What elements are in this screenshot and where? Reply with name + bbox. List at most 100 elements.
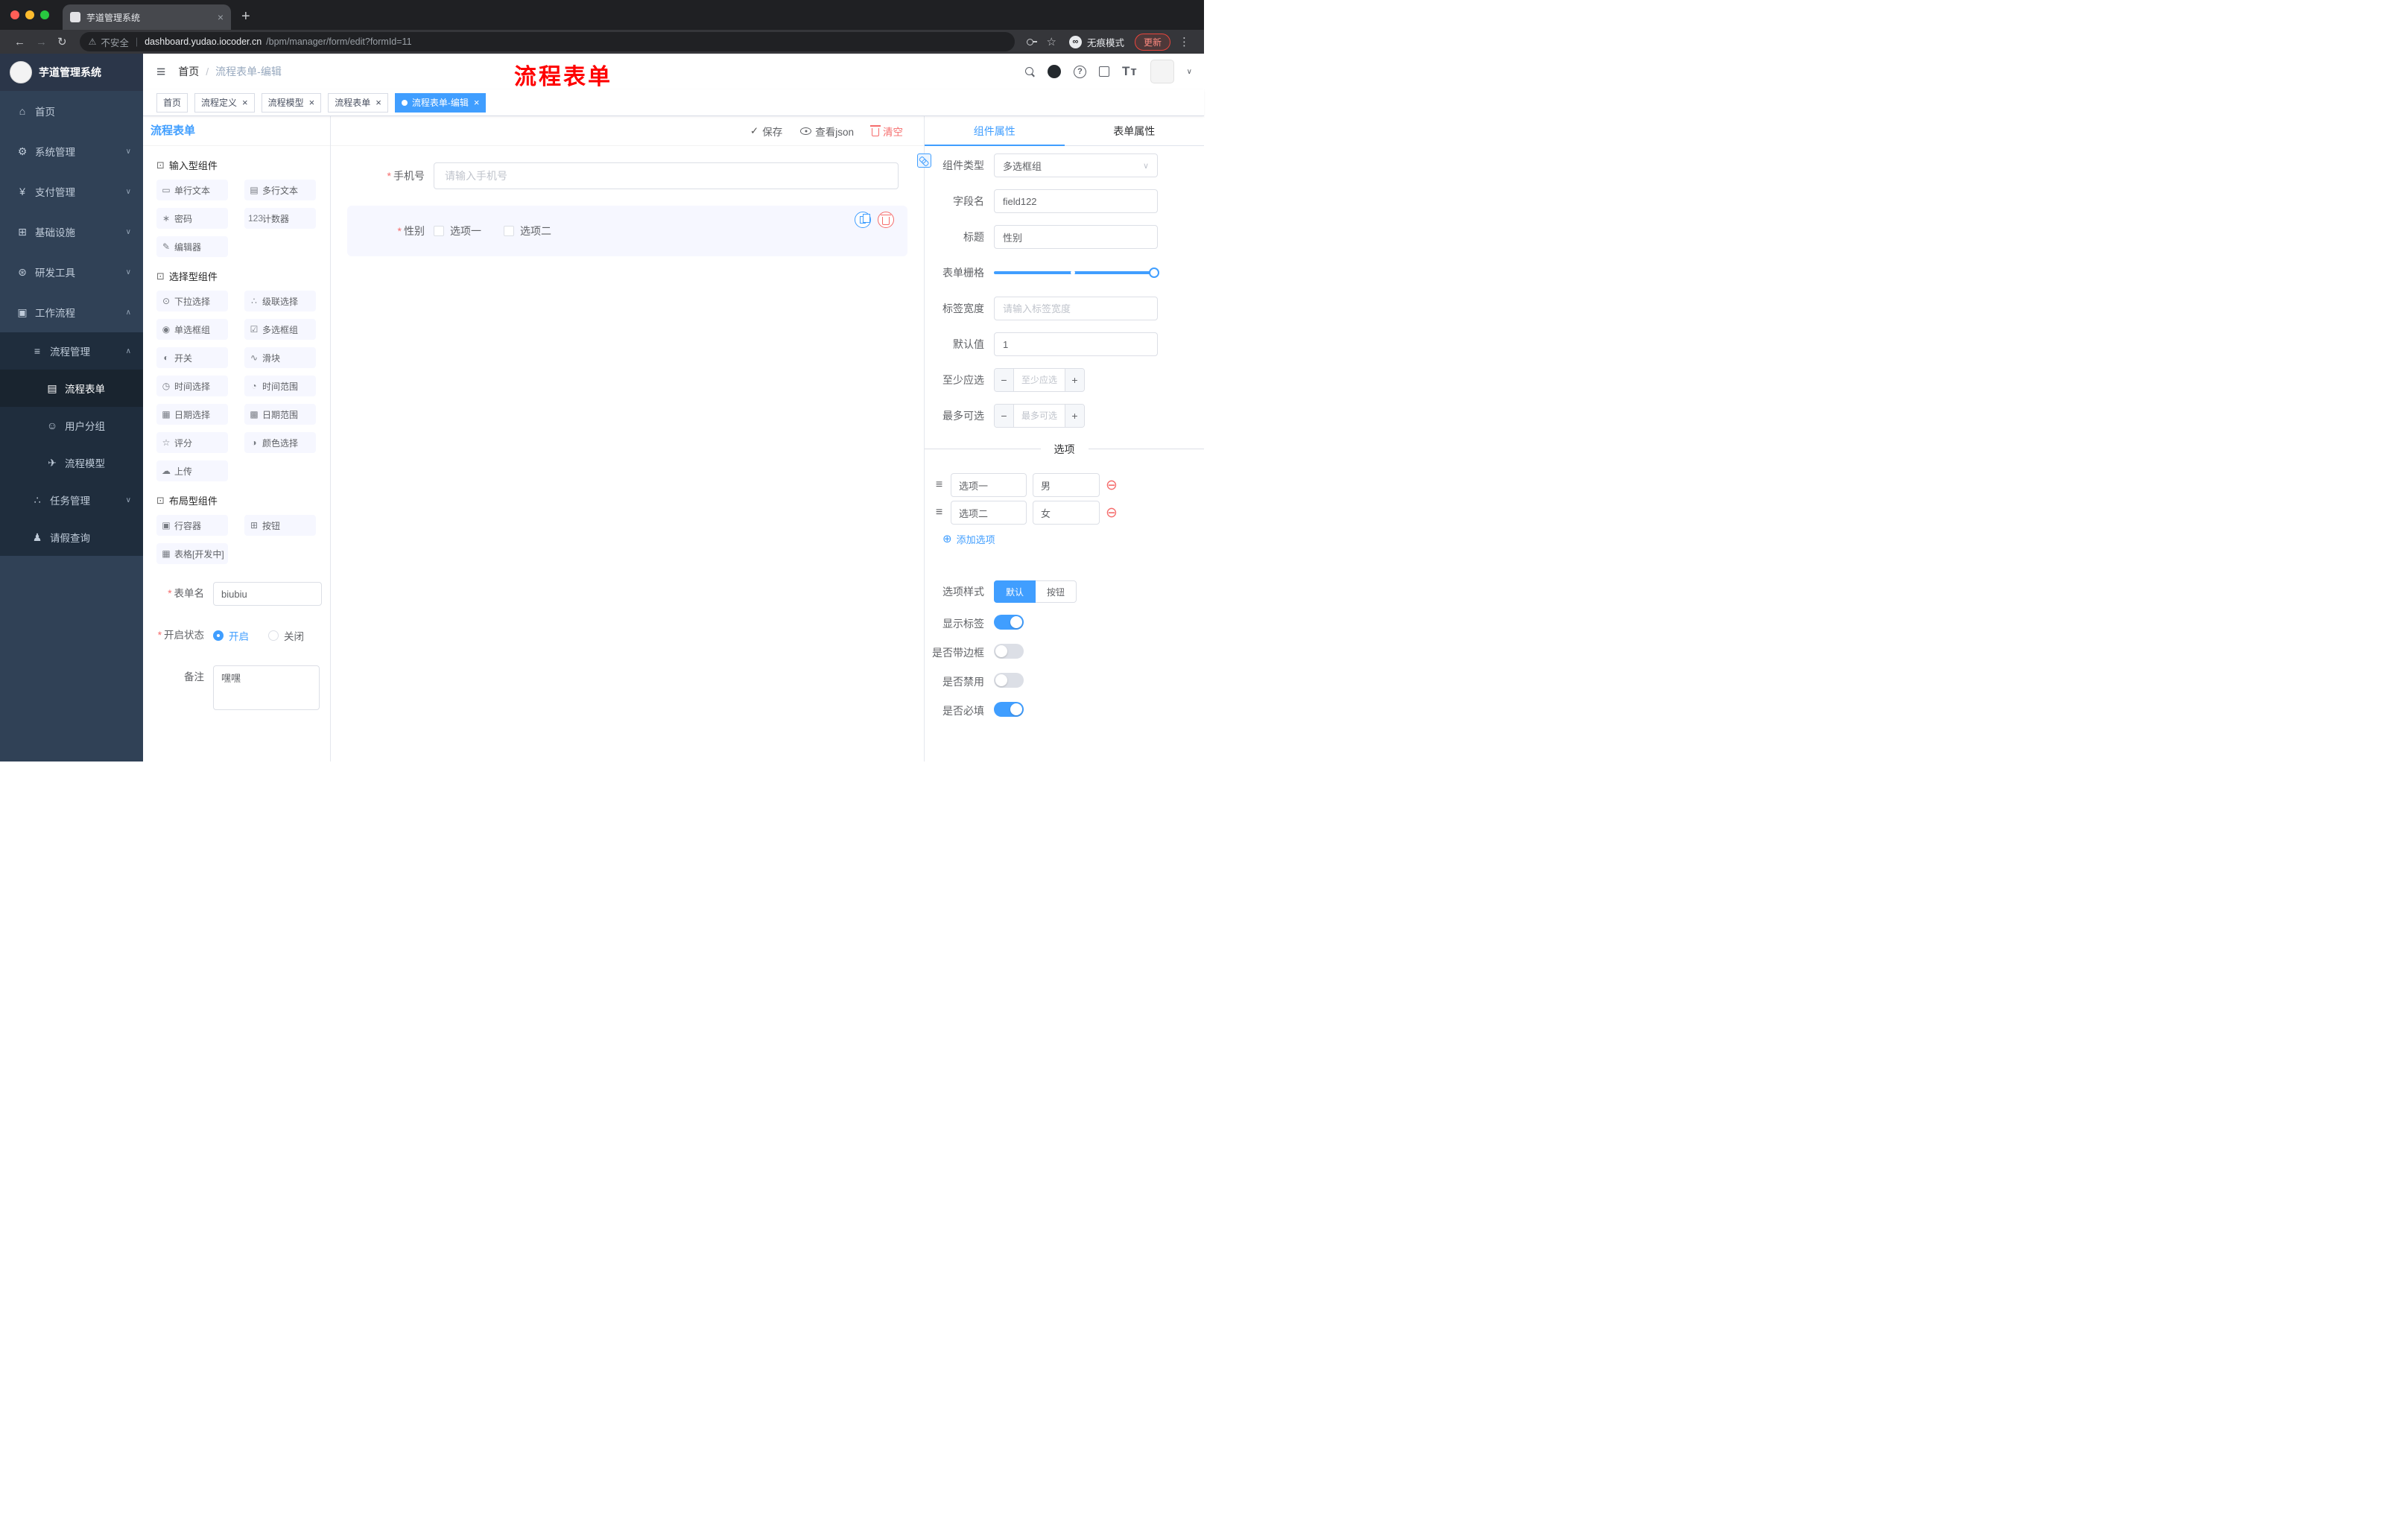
remove-option-icon[interactable]: ⊖	[1106, 478, 1118, 493]
form-field-phone[interactable]: * 手机号	[347, 155, 907, 197]
user-avatar[interactable]	[1150, 60, 1174, 83]
palette-item-time-picker[interactable]: ◷ 时间选择	[156, 376, 228, 396]
drag-handle-icon[interactable]: ≡	[934, 479, 945, 491]
tab-component-properties[interactable]: 组件属性	[925, 116, 1065, 146]
fullscreen-icon[interactable]	[1098, 66, 1109, 77]
github-icon[interactable]	[1047, 65, 1061, 78]
option-value-input[interactable]	[1033, 501, 1100, 525]
forward-button[interactable]: →	[31, 37, 52, 48]
tag-process-form[interactable]: 流程表单 ×	[328, 92, 388, 113]
palette-item-multi-line-text[interactable]: ▤ 多行文本	[244, 180, 316, 200]
sidebar-item-user-group[interactable]: ☺ 用户分组	[0, 407, 143, 444]
tag-close-icon[interactable]: ×	[474, 98, 480, 107]
bookmark-star-icon[interactable]: ☆	[1042, 37, 1062, 48]
tag-close-icon[interactable]: ×	[376, 98, 381, 107]
collapse-sidebar-icon[interactable]: ≡	[156, 64, 165, 80]
radio-open[interactable]: 开启	[213, 628, 249, 643]
radio-closed[interactable]: 关闭	[268, 628, 304, 643]
back-button[interactable]: ←	[9, 37, 31, 48]
form-name-input[interactable]	[213, 582, 322, 606]
copy-field-button[interactable]	[855, 212, 871, 228]
label-width-input[interactable]	[994, 297, 1158, 320]
tag-process-model[interactable]: 流程模型 ×	[261, 92, 322, 113]
password-key-icon[interactable]	[1026, 37, 1037, 46]
save-button[interactable]: ✓ 保存	[750, 124, 782, 139]
breadcrumb-home[interactable]: 首页	[178, 64, 199, 79]
palette-item-editor[interactable]: ✎ 编辑器	[156, 236, 228, 257]
palette-item-password[interactable]: ∗ 密码	[156, 208, 228, 229]
component-type-select[interactable]: 多选框组 ∨	[994, 153, 1158, 177]
field-name-input[interactable]	[994, 189, 1158, 213]
palette-item-color-picker[interactable]: ◑ 颜色选择	[244, 432, 316, 453]
sidebar-item-system[interactable]: ⚙ 系统管理 ∨	[0, 131, 143, 171]
palette-item-rate[interactable]: ☆ 评分	[156, 432, 228, 453]
palette-item-single-line-text[interactable]: ▭ 单行文本	[156, 180, 228, 200]
font-size-icon[interactable]: Tᴛ	[1122, 64, 1138, 79]
palette-item-date-picker[interactable]: ▦ 日期选择	[156, 404, 228, 425]
browser-tab[interactable]: 芋道管理系统 ×	[63, 4, 231, 30]
palette-item-button[interactable]: ⊞ 按钮	[244, 515, 316, 536]
tab-close-icon[interactable]: ×	[218, 11, 224, 23]
remark-textarea[interactable]: 嘿嘿	[213, 665, 320, 710]
minimize-window-button[interactable]	[25, 10, 34, 19]
add-option-button[interactable]: ⊕ 添加选项	[942, 532, 1204, 546]
search-icon[interactable]	[1024, 66, 1035, 77]
sidebar-item-process-management[interactable]: ≡ 流程管理 ∧	[0, 332, 143, 370]
tag-close-icon[interactable]: ×	[309, 98, 315, 107]
grid-slider[interactable]	[994, 261, 1159, 285]
slider-handle[interactable]	[1149, 267, 1159, 278]
sidebar-item-leave-query[interactable]: ♟ 请假查询	[0, 519, 143, 556]
palette-item-upload[interactable]: ☁ 上传	[156, 460, 228, 481]
sidebar-item-infra[interactable]: ⊞ 基础设施 ∨	[0, 212, 143, 252]
checkbox-option-1[interactable]: 选项一	[434, 224, 481, 238]
increase-button[interactable]: +	[1065, 405, 1084, 427]
decrease-button[interactable]: −	[995, 405, 1014, 427]
palette-item-checkbox-group[interactable]: ☑ 多选框组	[244, 319, 316, 340]
option-label-input[interactable]	[951, 473, 1027, 497]
remove-option-icon[interactable]: ⊖	[1106, 506, 1118, 520]
browser-menu-icon[interactable]: ⋮	[1173, 37, 1195, 48]
palette-item-radio-group[interactable]: ◉ 单选框组	[156, 319, 228, 340]
min-select-input[interactable]	[1014, 369, 1065, 391]
checkbox-option-2[interactable]: 选项二	[504, 224, 551, 238]
palette-item-slider[interactable]: ∿ 滑块	[244, 347, 316, 368]
update-chrome-button[interactable]: 更新	[1134, 33, 1170, 51]
new-tab-button[interactable]: +	[241, 9, 250, 24]
palette-item-date-range[interactable]: ▩ 日期范围	[244, 404, 316, 425]
help-icon[interactable]: ?	[1073, 65, 1086, 78]
option-label-input[interactable]	[951, 501, 1027, 525]
title-input[interactable]	[994, 225, 1158, 249]
delete-field-button[interactable]	[878, 212, 894, 228]
clear-button[interactable]: 清空	[870, 124, 903, 139]
close-window-button[interactable]	[10, 10, 19, 19]
zoom-window-button[interactable]	[40, 10, 49, 19]
form-field-gender[interactable]: * 性别 选项一 选项二	[347, 206, 907, 256]
view-json-button[interactable]: 查看json	[800, 124, 854, 139]
option-value-input[interactable]	[1033, 473, 1100, 497]
drag-handle-icon[interactable]: ≡	[934, 507, 945, 519]
sidebar-item-home[interactable]: ⌂ 首页	[0, 91, 143, 131]
sidebar-item-process-model[interactable]: ✈ 流程模型	[0, 444, 143, 481]
tag-process-definition[interactable]: 流程定义 ×	[194, 92, 255, 113]
palette-item-counter[interactable]: 123 计数器	[244, 208, 316, 229]
phone-input[interactable]	[434, 162, 899, 189]
address-bar[interactable]: ⚠ 不安全 | dashboard.yudao.iocoder.cn/bpm/m…	[79, 32, 1015, 51]
palette-item-switch[interactable]: ◐ 开关	[156, 347, 228, 368]
sidebar-item-process-form[interactable]: ▤ 流程表单	[0, 370, 143, 407]
palette-item-cascader[interactable]: ∴ 级联选择	[244, 291, 316, 311]
style-option-default[interactable]: 默认	[994, 580, 1036, 603]
palette-item-table[interactable]: ▦ 表格[开发中]	[156, 543, 228, 564]
switch-show-label[interactable]	[994, 615, 1024, 630]
tag-close-icon[interactable]: ×	[242, 98, 248, 107]
increase-button[interactable]: +	[1065, 369, 1084, 391]
sidebar-item-payment[interactable]: ¥ 支付管理 ∨	[0, 171, 143, 212]
switch-disabled[interactable]	[994, 673, 1024, 688]
reload-button[interactable]: ↻	[52, 37, 72, 48]
logo[interactable]: 芋道管理系统	[0, 54, 143, 91]
palette-item-row-container[interactable]: ▣ 行容器	[156, 515, 228, 536]
palette-item-time-range[interactable]: ◔ 时间范围	[244, 376, 316, 396]
avatar-dropdown-icon[interactable]: ∨	[1187, 68, 1192, 76]
binding-chip[interactable]	[917, 153, 931, 168]
tag-process-form-edit[interactable]: 流程表单-编辑 ×	[394, 92, 487, 113]
switch-border[interactable]	[994, 644, 1024, 659]
